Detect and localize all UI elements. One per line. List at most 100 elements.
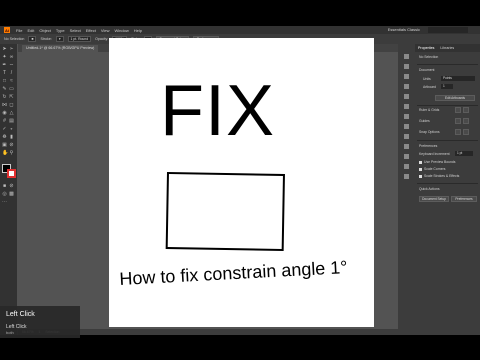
magic-wand-icon[interactable]: ✦ <box>2 55 7 60</box>
mesh-tool-icon[interactable]: # <box>2 119 7 124</box>
panel-divider <box>417 183 478 184</box>
symbols-panel-icon[interactable] <box>404 84 409 89</box>
guides-label: Guides <box>419 119 430 123</box>
menu-object[interactable]: Object <box>39 28 51 33</box>
menu-bar: Ai File Edit Object Type Select Effect V… <box>0 26 480 34</box>
snap-point-icon[interactable] <box>455 129 461 135</box>
menu-effect[interactable]: Effect <box>86 28 96 33</box>
pencil-tool-icon[interactable]: ✎ <box>2 87 7 92</box>
color-panel-icon[interactable] <box>404 54 409 59</box>
show-guides-icon[interactable] <box>455 118 461 124</box>
blend-tool-icon[interactable]: ∘ <box>9 127 14 132</box>
eraser-icon[interactable]: ▭ <box>9 87 14 92</box>
units-select[interactable]: Points <box>441 76 475 81</box>
collapsed-panels-strip <box>398 44 415 335</box>
more-tools-icon[interactable]: ⋯ <box>2 200 7 205</box>
brushes-panel-icon[interactable] <box>404 74 409 79</box>
gradient-panel-icon[interactable] <box>404 104 409 109</box>
draw-mode-icon[interactable]: ◎ <box>2 192 7 197</box>
snap-pixel-icon[interactable] <box>463 129 469 135</box>
appearance-panel-icon[interactable] <box>404 124 409 129</box>
no-selection-heading: No Selection <box>419 55 439 59</box>
menu-edit[interactable]: Edit <box>27 28 34 33</box>
checkbox-icon[interactable] <box>419 167 422 171</box>
use-preview-bounds-row[interactable]: Use Preview Bounds <box>419 160 455 164</box>
layers-panel-icon[interactable] <box>404 144 409 149</box>
app-logo: Ai <box>4 27 10 33</box>
artboard-tool-icon[interactable]: ▣ <box>2 143 7 148</box>
screen-mode-icon[interactable]: ▩ <box>9 192 14 197</box>
use-preview-bounds-label: Use Preview Bounds <box>424 160 456 164</box>
slice-tool-icon[interactable]: ⊘ <box>9 143 14 148</box>
grid-icon[interactable] <box>463 107 469 113</box>
graph-tool-icon[interactable]: ▮ <box>9 135 14 140</box>
hand-tool-icon[interactable]: ✋ <box>2 151 8 156</box>
opacity-label: Opacity: <box>95 37 109 41</box>
scale-tool-icon[interactable]: ⇱ <box>9 95 14 100</box>
tools-panel: ➤ ➣ ✦ ∞ ✒ ∽ T / □ ≈ ✎ ▭ ↻ ⇱ ⋈ ◻ ◉ △ # ▤ … <box>0 44 17 335</box>
menu-help[interactable]: Help <box>134 28 142 33</box>
selection-status: No Selection <box>4 37 25 41</box>
menu-view[interactable]: View <box>101 28 110 33</box>
stroke-panel-icon[interactable] <box>404 94 409 99</box>
menu-window[interactable]: Window <box>114 28 128 33</box>
curvature-icon[interactable]: ∽ <box>9 63 14 68</box>
perspective-grid-icon[interactable]: △ <box>9 111 14 116</box>
scale-corners-row[interactable]: Scale Corners <box>419 167 445 171</box>
menu-type[interactable]: Type <box>56 28 65 33</box>
eyedropper-icon[interactable]: ✓ <box>2 127 7 132</box>
rotated-rectangle[interactable] <box>165 172 285 252</box>
color-mode-icon[interactable]: ■ <box>2 184 7 189</box>
scale-strokes-row[interactable]: Scale Strokes & Effects <box>419 174 459 178</box>
panel-tabs: Properties Libraries <box>415 44 480 52</box>
selection-tool-icon[interactable]: ➤ <box>2 47 7 52</box>
search-input[interactable] <box>428 27 468 33</box>
rectangle-tool-icon[interactable]: □ <box>2 79 7 84</box>
fix-heading[interactable]: FIX <box>160 75 275 147</box>
free-transform-icon[interactable]: ◻ <box>9 103 14 108</box>
zoom-tool-icon[interactable]: ⚲ <box>9 151 14 156</box>
artboards-panel-icon[interactable] <box>404 154 409 159</box>
artboard-select[interactable]: 1 <box>441 84 453 89</box>
width-tool-icon[interactable]: ⋈ <box>2 103 7 108</box>
scale-strokes-label: Scale Strokes & Effects <box>424 174 460 178</box>
edit-artboards-button[interactable]: Edit Artboards <box>435 95 475 101</box>
menu-select[interactable]: Select <box>70 28 81 33</box>
tab-libraries[interactable]: Libraries <box>440 46 454 50</box>
stroke-color-swatch[interactable] <box>7 169 16 178</box>
tab-properties[interactable]: Properties <box>418 46 434 50</box>
symbol-sprayer-icon[interactable]: ☸ <box>2 135 7 140</box>
pen-tool-icon[interactable]: ✒ <box>2 63 7 68</box>
document-tab[interactable]: Untitled-1* @ 66.67% (RGB/GPU Preview) <box>22 45 99 52</box>
gradient-tool-icon[interactable]: ▤ <box>9 119 14 124</box>
align-panel-icon[interactable] <box>404 164 409 169</box>
transparency-panel-icon[interactable] <box>404 114 409 119</box>
type-tool-icon[interactable]: T <box>2 71 7 76</box>
preferences-panel-button[interactable]: Preferences <box>451 196 477 202</box>
swatches-panel-icon[interactable] <box>404 64 409 69</box>
lock-guides-icon[interactable] <box>463 118 469 124</box>
rotate-tool-icon[interactable]: ↻ <box>2 95 7 100</box>
direct-selection-icon[interactable]: ➣ <box>9 47 14 52</box>
pathfinder-panel-icon[interactable] <box>404 174 409 179</box>
preferences-section-title: Preferences <box>419 144 438 148</box>
checkbox-icon[interactable] <box>419 160 422 164</box>
workspace-switcher[interactable]: Essentials Classic <box>388 27 420 32</box>
fill-swatch[interactable]: ■ <box>28 36 37 42</box>
checkbox-icon[interactable] <box>419 174 422 178</box>
keyboard-increment-field[interactable]: 1 pt <box>455 151 473 156</box>
panel-divider <box>417 105 478 106</box>
document-setup-panel-button[interactable]: Document Setup <box>419 196 449 202</box>
artboard-label: Artboard <box>423 85 437 89</box>
shape-builder-icon[interactable]: ◉ <box>2 111 7 116</box>
stroke-profile-select[interactable]: 1 pt. Round <box>67 36 92 42</box>
none-swatch-icon[interactable]: ⊘ <box>9 184 14 189</box>
menu-file[interactable]: File <box>16 28 22 33</box>
ruler-icon[interactable] <box>455 107 461 113</box>
lasso-icon[interactable]: ∞ <box>9 55 14 60</box>
paintbrush-icon[interactable]: ≈ <box>9 79 14 84</box>
graphic-styles-icon[interactable] <box>404 134 409 139</box>
line-tool-icon[interactable]: / <box>9 71 14 76</box>
ruler-grids-label: Ruler & Grids <box>419 108 440 112</box>
stroke-weight-field[interactable]: ▾ <box>55 36 64 42</box>
